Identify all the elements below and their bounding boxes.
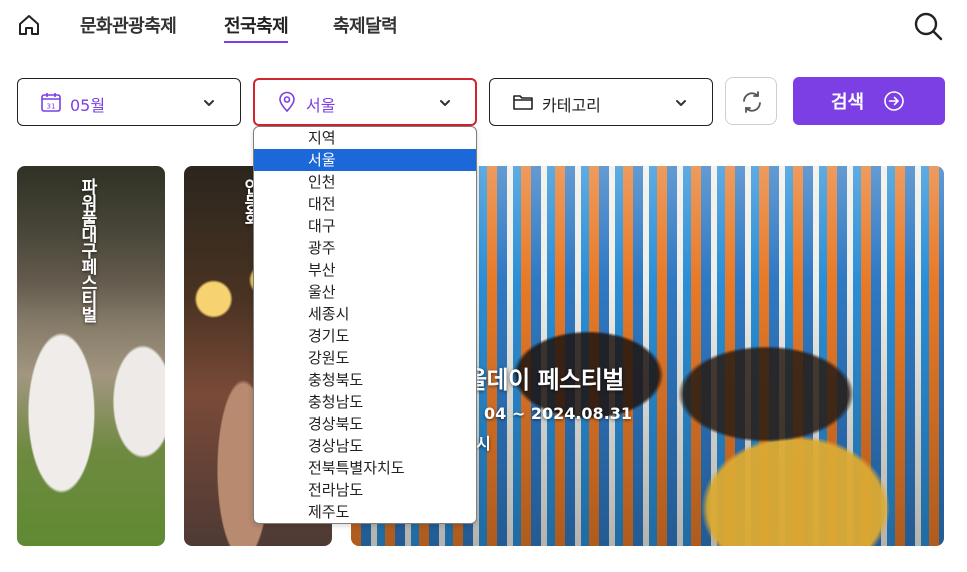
reset-button[interactable] bbox=[725, 77, 777, 125]
month-select[interactable]: 31 05월 bbox=[17, 78, 241, 126]
region-option[interactable]: 강원도 bbox=[254, 347, 476, 369]
top-nav: 문화관광축제 전국축제 축제달력 bbox=[0, 0, 967, 52]
region-option[interactable]: 충청북도 bbox=[254, 369, 476, 391]
festival-card-title: 파워풀대구페스티벌 bbox=[77, 178, 97, 322]
chevron-down-icon bbox=[676, 100, 686, 106]
region-option[interactable]: 대구 bbox=[254, 215, 476, 237]
month-value: 05월 bbox=[70, 96, 106, 115]
region-option[interactable]: 경기도 bbox=[254, 325, 476, 347]
arrow-right-circle-icon bbox=[884, 91, 904, 111]
nav-item-festival-calendar[interactable]: 축제달력 bbox=[333, 12, 398, 38]
festival-card-title: 올데이 페스티벌 bbox=[465, 366, 624, 394]
svg-text:31: 31 bbox=[47, 103, 56, 111]
region-option[interactable]: 경상남도 bbox=[254, 435, 476, 457]
region-option[interactable]: 충청남도 bbox=[254, 391, 476, 413]
festival-card[interactable]: 파워풀대구페스티벌 bbox=[17, 166, 165, 546]
region-option[interactable]: 제주도 bbox=[254, 501, 476, 523]
nav-item-national-festival[interactable]: 전국축제 bbox=[224, 12, 289, 43]
region-select[interactable]: 서울 bbox=[253, 78, 477, 126]
region-option[interactable]: 광주 bbox=[254, 237, 476, 259]
category-select[interactable]: 카테고리 bbox=[489, 78, 713, 126]
region-option[interactable]: 울산 bbox=[254, 281, 476, 303]
region-option[interactable]: 전북특별자치도 bbox=[254, 457, 476, 479]
festival-card-date: 04 ~ 2024.08.31 bbox=[484, 404, 633, 423]
refresh-icon bbox=[743, 91, 761, 113]
calendar-icon: 31 bbox=[41, 93, 61, 112]
region-option[interactable]: 대전 bbox=[254, 193, 476, 215]
home-icon[interactable] bbox=[17, 13, 41, 37]
region-value: 서울 bbox=[306, 96, 336, 115]
region-option[interactable]: 세종시 bbox=[254, 303, 476, 325]
folder-icon bbox=[513, 95, 533, 110]
chevron-down-icon bbox=[440, 100, 450, 106]
region-option[interactable]: 경상북도 bbox=[254, 413, 476, 435]
region-option[interactable]: 서울 bbox=[254, 149, 476, 171]
region-dropdown-list[interactable]: 지역 서울 인천 대전 대구 광주 부산 울산 세종시 경기도 강원도 충청북도 충청남도 경상북도 경상남… bbox=[253, 126, 477, 524]
region-option[interactable]: 지역 bbox=[254, 127, 476, 149]
region-option[interactable]: 부산 bbox=[254, 259, 476, 281]
category-value: 카테고리 bbox=[542, 96, 601, 115]
nav-item-culture-festival[interactable]: 문화관광축제 bbox=[80, 12, 177, 38]
search-icon[interactable] bbox=[912, 10, 944, 42]
chevron-down-icon bbox=[204, 100, 214, 106]
region-option[interactable]: 인천 bbox=[254, 171, 476, 193]
search-button[interactable]: 검색 bbox=[793, 77, 945, 125]
festival-card-location: 시 bbox=[476, 434, 491, 453]
region-option[interactable]: 전라남도 bbox=[254, 479, 476, 501]
location-pin-icon bbox=[279, 91, 295, 113]
search-button-label: 검색 bbox=[831, 92, 865, 113]
